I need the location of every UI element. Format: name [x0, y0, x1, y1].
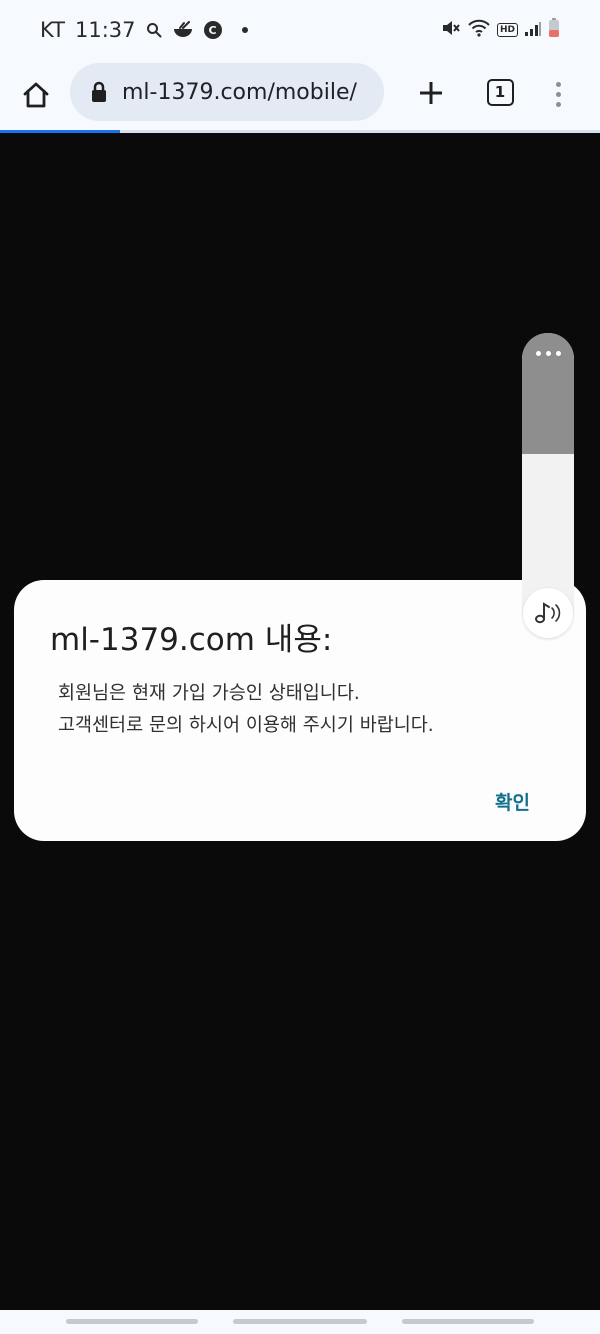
media-volume-button[interactable] — [523, 588, 573, 638]
bowl-notification-icon — [172, 21, 194, 39]
home-button[interactable] — [16, 75, 56, 115]
signal-icon — [524, 18, 542, 42]
address-bar[interactable]: ml-1379.com/mobile/ — [70, 63, 384, 121]
battery-icon — [548, 17, 560, 43]
lock-icon — [92, 81, 106, 102]
plus-icon — [420, 82, 442, 104]
navigation-bar — [0, 1310, 600, 1334]
hd-voice-icon: HD — [496, 23, 518, 37]
volume-more-options-icon[interactable] — [522, 351, 574, 356]
more-vert-icon — [555, 81, 561, 87]
url-text: ml-1379.com/mobile/ — [122, 79, 357, 105]
alert-dialog: ml-1379.com 내용: 회원님은 현재 가입 가승인 상태입니다. 고객… — [14, 580, 586, 841]
more-menu-button[interactable] — [546, 74, 570, 114]
browser-toolbar: ml-1379.com/mobile/ 1 — [0, 60, 600, 130]
wifi-icon — [467, 18, 491, 42]
home-icon — [23, 82, 49, 108]
dialog-message: 회원님은 현재 가입 가승인 상태입니다. 고객센터로 문의 하시어 이용해 주… — [58, 678, 558, 742]
search-notification-icon — [146, 22, 162, 38]
mute-icon — [441, 18, 461, 42]
dialog-message-line: 회원님은 현재 가입 가승인 상태입니다. — [58, 683, 360, 704]
nav-back-button[interactable] — [402, 1319, 534, 1324]
clock: 11:37 — [74, 18, 136, 42]
c-app-notification-icon: C — [203, 21, 222, 39]
status-bar: KT 11:37 C HD — [0, 0, 600, 60]
carrier-label: KT — [40, 18, 65, 42]
confirm-button[interactable]: 확인 — [495, 788, 530, 815]
more-notifications-dot-icon — [241, 27, 248, 33]
new-tab-button[interactable] — [412, 74, 450, 112]
nav-recents-button[interactable] — [66, 1319, 198, 1324]
nav-home-button[interactable] — [233, 1319, 367, 1324]
dialog-message-line: 고객센터로 문의 하시어 이용해 주시기 바랍니다. — [58, 715, 434, 736]
dialog-title: ml-1379.com 내용: — [50, 622, 333, 658]
tab-count: 1 — [486, 78, 514, 106]
tab-switcher-button[interactable]: 1 — [484, 76, 516, 108]
music-note-icon — [535, 602, 561, 624]
